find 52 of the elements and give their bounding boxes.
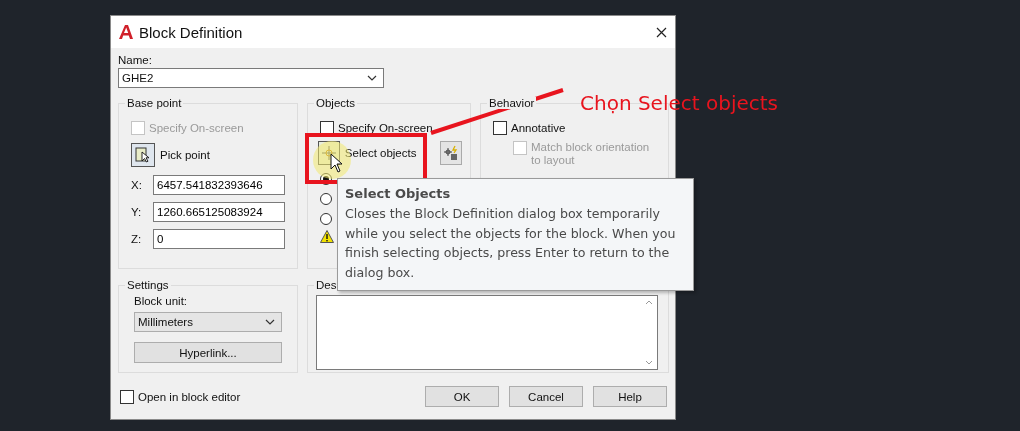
hyperlink-button[interactable]: Hyperlink... xyxy=(134,342,282,363)
group-title: Behavior xyxy=(487,97,537,109)
dropdown-value: Millimeters xyxy=(138,316,193,328)
coordinate-label: X: xyxy=(131,179,143,191)
group-title: Base point xyxy=(125,97,184,109)
window-title: Block Definition xyxy=(139,23,244,41)
dialog-button[interactable]: OK xyxy=(425,386,499,407)
tooltip-text: Closes the Block Definition dialog box temporarily while you select the objects for the block. When you finish selecting objects, press Enter to return to the dialog box. xyxy=(345,205,677,282)
pick-cursor-icon xyxy=(135,147,151,163)
quick-select-icon xyxy=(443,145,460,161)
group-title: Settings xyxy=(125,279,171,291)
scroll-up-icon[interactable] xyxy=(645,300,653,305)
mouse-cursor-icon xyxy=(330,153,343,173)
checkbox-label: Specify On-screen xyxy=(149,122,244,134)
scroll-down-icon[interactable] xyxy=(645,360,653,365)
checkbox[interactable]: Annotative xyxy=(493,121,660,135)
quick-select-button[interactable] xyxy=(440,141,462,165)
group-title: Objects xyxy=(314,97,357,109)
checkbox-box[interactable] xyxy=(493,121,507,135)
coordinate-field[interactable]: 0 xyxy=(153,229,285,249)
warning-icon xyxy=(320,230,334,243)
group-title: Des xyxy=(314,279,339,291)
coordinate-field[interactable]: 1260.665125083924 xyxy=(153,202,285,222)
checkbox-label: Annotative xyxy=(511,122,566,134)
checkbox-label: Open in block editor xyxy=(138,390,241,403)
coordinate-field[interactable]: 6457.541832393646 xyxy=(153,175,285,195)
app-logo-icon xyxy=(119,25,133,39)
radio-button[interactable] xyxy=(320,193,332,205)
checkbox-label: Match block orientation to layout xyxy=(531,141,651,167)
dialog-button[interactable]: Cancel xyxy=(509,386,583,407)
combo-value: GHE2 xyxy=(122,72,154,84)
radio-button[interactable] xyxy=(320,213,332,225)
checkbox-box[interactable] xyxy=(120,389,134,404)
name-combo-box[interactable]: GHE2 xyxy=(118,68,384,88)
block-unit-dropdown[interactable]: Millimeters xyxy=(134,312,282,332)
field-label: Block unit: xyxy=(134,295,189,307)
crosshair-icon xyxy=(320,145,337,161)
checkbox[interactable]: Open in block editor xyxy=(120,389,415,404)
checkbox[interactable]: Specify On-screen xyxy=(320,121,462,135)
coordinate-label: Y: xyxy=(131,206,143,218)
button-label: Pick point xyxy=(160,149,210,161)
button-label: Select objects xyxy=(344,147,418,159)
tooltip-title: Select Objects xyxy=(345,186,452,201)
pick-point-button[interactable] xyxy=(131,143,155,167)
field-label: Name: xyxy=(118,54,153,66)
close-icon[interactable] xyxy=(656,26,667,38)
checkbox-label: Specify On-screen xyxy=(338,122,433,134)
dialog-button[interactable]: Help xyxy=(593,386,667,407)
chevron-down-icon xyxy=(265,319,275,325)
coordinate-label: Z: xyxy=(131,233,143,245)
description-field[interactable] xyxy=(316,295,658,370)
chevron-down-icon xyxy=(367,75,377,81)
